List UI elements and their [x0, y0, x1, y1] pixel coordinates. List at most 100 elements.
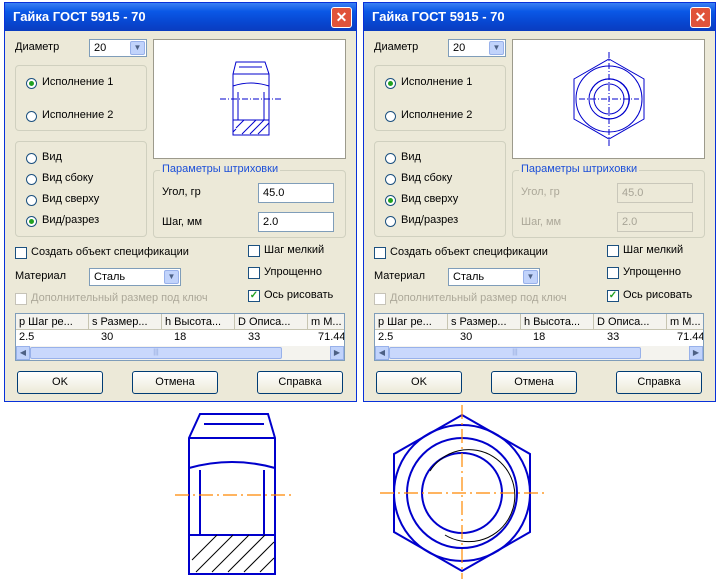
execution-2-label: Исполнение 2: [401, 109, 473, 121]
fine-step-checkbox[interactable]: [248, 245, 260, 257]
create-spec-checkbox[interactable]: [374, 247, 386, 259]
create-spec-label: Создать объект спецификации: [390, 246, 548, 258]
step-input[interactable]: 2.0: [258, 212, 334, 232]
step-value: 2.0: [263, 216, 279, 228]
cancel-button[interactable]: Отмена: [132, 371, 218, 394]
view-section-label: Вид/разрез: [401, 214, 459, 226]
cancel-button[interactable]: Отмена: [491, 371, 577, 394]
angle-input[interactable]: 45.0: [617, 183, 693, 203]
view-side-radio[interactable]: [385, 174, 396, 185]
extra-size-checkbox[interactable]: [374, 293, 386, 305]
view-label: Вид: [42, 151, 62, 163]
view-section-radio[interactable]: [385, 216, 396, 227]
view-group: Вид Вид сбоку Вид сверху Вид/разрез: [374, 141, 506, 237]
execution-2-radio[interactable]: [385, 111, 396, 122]
dialog-right: Гайка ГОСТ 5915 - 70 ✕ Диаметр 20 ▼ Испо…: [363, 2, 716, 402]
help-button[interactable]: Справка: [257, 371, 343, 394]
extra-size-label: Дополнительный размер под ключ: [31, 292, 208, 304]
view-section-radio[interactable]: [26, 216, 37, 227]
simplified-label: Упрощенно: [264, 266, 322, 278]
chevron-down-icon[interactable]: ▼: [489, 41, 504, 55]
view-label: Вид: [401, 151, 421, 163]
view-top-radio[interactable]: [385, 195, 396, 206]
execution-1-radio[interactable]: [385, 78, 396, 89]
chevron-down-icon[interactable]: ▼: [130, 41, 145, 55]
material-label: Материал: [15, 270, 66, 282]
table-cell: 33: [607, 331, 620, 343]
angle-label: Угол, гр: [521, 186, 560, 198]
angle-label: Угол, гр: [162, 186, 201, 198]
execution-2-label: Исполнение 2: [42, 109, 114, 121]
horizontal-scrollbar[interactable]: ◀ ||| ▶: [16, 346, 344, 360]
col-header-diameter[interactable]: D Описа...: [235, 314, 308, 330]
title-bar[interactable]: Гайка ГОСТ 5915 - 70 ✕: [5, 3, 356, 31]
view-radio[interactable]: [26, 153, 37, 164]
scroll-right-icon[interactable]: ▶: [330, 346, 344, 360]
chevron-down-icon[interactable]: ▼: [164, 270, 179, 284]
execution-1-radio[interactable]: [26, 78, 37, 89]
diameter-select[interactable]: 20 ▼: [89, 39, 147, 57]
create-spec-label: Создать объект спецификации: [31, 246, 189, 258]
col-header-pitch[interactable]: p Шаг ре...: [16, 314, 89, 330]
col-header-diameter[interactable]: D Описа...: [594, 314, 667, 330]
radio-dot: [29, 81, 34, 86]
col-header-size[interactable]: s Размер...: [89, 314, 162, 330]
view-radio[interactable]: [385, 153, 396, 164]
angle-value: 45.0: [263, 187, 285, 199]
diameter-label: Диаметр: [374, 41, 419, 53]
simplified-checkbox[interactable]: [248, 267, 260, 279]
preview-pane: [153, 39, 346, 159]
col-header-height[interactable]: h Высота...: [521, 314, 594, 330]
close-button[interactable]: ✕: [331, 7, 352, 28]
window-title: Гайка ГОСТ 5915 - 70: [13, 9, 146, 24]
params-table[interactable]: p Шаг ре... s Размер... h Высота... D Оп…: [374, 313, 704, 361]
close-button[interactable]: ✕: [690, 7, 711, 28]
hatch-group-title: Параметры штриховки: [519, 163, 640, 175]
simplified-checkbox[interactable]: [607, 267, 619, 279]
create-spec-checkbox[interactable]: [15, 247, 27, 259]
scroll-thumb[interactable]: |||: [30, 347, 282, 359]
scroll-right-icon[interactable]: ▶: [689, 346, 703, 360]
col-header-size[interactable]: s Размер...: [448, 314, 521, 330]
extra-size-checkbox[interactable]: [15, 293, 27, 305]
material-select[interactable]: Сталь ▼: [89, 268, 181, 286]
table-cell: 18: [533, 331, 546, 343]
diameter-select[interactable]: 20 ▼: [448, 39, 506, 57]
angle-value: 45.0: [622, 187, 644, 199]
ok-button[interactable]: OK: [376, 371, 462, 394]
ok-button[interactable]: OK: [17, 371, 103, 394]
scroll-thumb[interactable]: |||: [389, 347, 641, 359]
table-cell: 33: [248, 331, 261, 343]
step-value: 2.0: [622, 216, 638, 228]
table-cell: 30: [460, 331, 473, 343]
execution-2-radio[interactable]: [26, 111, 37, 122]
dialog-left: Гайка ГОСТ 5915 - 70 ✕ Диаметр 20 ▼ Испо…: [4, 2, 357, 402]
material-select[interactable]: Сталь ▼: [448, 268, 540, 286]
nut-top-view-drawing: [380, 405, 545, 579]
angle-input[interactable]: 45.0: [258, 183, 334, 203]
view-top-radio[interactable]: [26, 195, 37, 206]
fine-step-checkbox[interactable]: [607, 245, 619, 257]
horizontal-scrollbar[interactable]: ◀ ||| ▶: [375, 346, 703, 360]
col-header-pitch[interactable]: p Шаг ре...: [375, 314, 448, 330]
window-title: Гайка ГОСТ 5915 - 70: [372, 9, 505, 24]
extra-size-label: Дополнительный размер под ключ: [390, 292, 567, 304]
view-group: Вид Вид сбоку Вид сверху Вид/разрез: [15, 141, 147, 237]
axis-checkbox[interactable]: ✓: [607, 290, 619, 302]
axis-checkbox[interactable]: ✓: [248, 290, 260, 302]
table-cell: 2.5: [19, 331, 35, 343]
hatch-params-group: Параметры штриховки Угол, гр 45.0 Шаг, м…: [512, 163, 705, 238]
nut-top-view-preview: [573, 52, 645, 146]
scroll-left-icon[interactable]: ◀: [375, 346, 389, 360]
step-input[interactable]: 2.0: [617, 212, 693, 232]
scroll-left-icon[interactable]: ◀: [16, 346, 30, 360]
help-button[interactable]: Справка: [616, 371, 702, 394]
radio-dot: [388, 198, 393, 203]
view-side-radio[interactable]: [26, 174, 37, 185]
col-header-mass[interactable]: m M...: [667, 314, 703, 330]
title-bar[interactable]: Гайка ГОСТ 5915 - 70 ✕: [364, 3, 715, 31]
col-header-mass[interactable]: m M...: [308, 314, 344, 330]
col-header-height[interactable]: h Высота...: [162, 314, 235, 330]
params-table[interactable]: p Шаг ре... s Размер... h Высота... D Оп…: [15, 313, 345, 361]
chevron-down-icon[interactable]: ▼: [523, 270, 538, 284]
